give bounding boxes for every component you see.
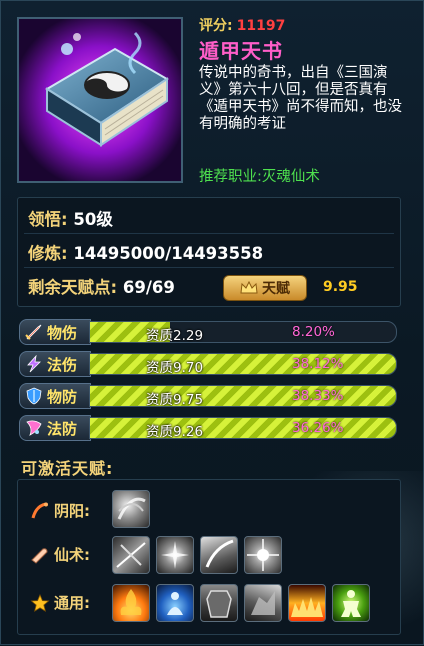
magic-defense-label: 法防 [47, 419, 78, 438]
remaining-points-row: 剩余天赋点: 69/69 [28, 278, 175, 297]
yinyang-row-label: 阴阳: [30, 500, 90, 521]
magic-defense-percent: 36.26% [292, 420, 344, 436]
magic-attack-fill [90, 354, 396, 374]
book-image [17, 17, 183, 183]
physical-defense-aptitude: 资质9.75 [146, 392, 204, 407]
fire-wall-skill-icon[interactable] [288, 584, 326, 622]
magic-attack-track: 资质9.70 38.12% [89, 353, 397, 375]
item-tooltip-panel: 评分: 11197 遁甲天书 传说中的奇书，出自《三国演义》第六十八回，但是否真有… [0, 0, 424, 646]
comprehension-row: 领悟: 50级 [28, 210, 113, 229]
magic-defense-bar: 法防 资质9.26 36.26% [19, 415, 399, 441]
physical-defense-fill [90, 386, 396, 406]
physical-defense-bar: 物防 资质9.75 38.33% [19, 383, 399, 409]
remaining-points-value: 69/69 [122, 278, 175, 297]
score-label: 评分: [199, 18, 233, 34]
crown-icon [240, 281, 258, 294]
physical-attack-label: 物伤 [47, 323, 78, 342]
item-description: 传说中的奇书，出自《三国演义》第六十八回，但是否真有《遁甲天书》尚不得而知，也没… [199, 65, 402, 132]
comprehension-label: 领悟 [28, 210, 61, 229]
talent-score: 9.95 [323, 279, 358, 295]
magic-attack-percent: 38.12% [292, 356, 344, 372]
shield-icon [26, 387, 42, 405]
item-name: 遁甲天书 [199, 39, 283, 63]
magic-defense-badge: 法防 [19, 415, 91, 441]
immortal-art-icon [31, 547, 48, 564]
talents-box: 阴阳: 仙术: 通用: [17, 479, 401, 635]
talent-button-label: 天赋 [262, 281, 290, 297]
recommended-class: 推荐职业:灭魂仙术 [199, 169, 320, 185]
yinyang-label: 阴阳: [54, 502, 90, 520]
physical-attack-percent: 8.20% [292, 324, 335, 340]
physical-attack-bar: 物伤 资质2.29 8.20% [19, 319, 399, 345]
cultivation-row: 修炼: 14495000/14493558 [28, 244, 264, 263]
score-row: 评分: 11197 [199, 15, 285, 37]
beast-skill-icon[interactable] [244, 584, 282, 622]
divider [24, 267, 394, 268]
armor-skill-icon[interactable] [200, 584, 238, 622]
magic-shield-icon [26, 420, 42, 436]
spark-skill-icon[interactable] [244, 536, 282, 574]
magic-defense-track: 资质9.26 36.26% [89, 417, 397, 439]
yinyang-icon [31, 502, 48, 518]
lightning-icon [27, 355, 41, 373]
magic-defense-aptitude: 资质9.26 [146, 424, 204, 439]
general-row-label: 通用: [30, 592, 90, 613]
sword-icon [25, 324, 42, 340]
physical-defense-label: 物防 [47, 387, 78, 406]
magic-attack-badge: 法伤 [19, 351, 91, 377]
immortal-art-label: 仙术: [54, 546, 90, 564]
magic-attack-aptitude: 资质9.70 [146, 360, 204, 375]
magic-attack-bar: 法伤 资质9.70 38.12% [19, 351, 399, 377]
slash-skill-icon[interactable] [200, 536, 238, 574]
remaining-points-label: 剩余天赋点 [28, 278, 111, 297]
magic-defense-fill [90, 418, 396, 438]
divider [24, 233, 394, 234]
talent-button[interactable]: 天赋 [223, 275, 307, 301]
vortex-skill-icon[interactable] [112, 490, 150, 528]
magic-attack-label: 法伤 [47, 355, 78, 374]
cultivation-value: 14495000/14493558 [73, 244, 264, 263]
activatable-talents-header: 可激活天赋: [21, 459, 114, 478]
comprehension-value: 50级 [73, 210, 113, 229]
star-icon [30, 593, 50, 612]
physical-attack-badge: 物伤 [19, 319, 91, 345]
physical-attack-track: 资质2.29 8.20% [89, 321, 397, 343]
flame-aura-skill-icon[interactable] [112, 584, 150, 622]
cultivation-label: 修炼 [28, 244, 61, 263]
meditate-skill-icon[interactable] [156, 584, 194, 622]
immortal-art-row-label: 仙术: [30, 544, 90, 565]
physical-attack-aptitude: 资质2.29 [146, 328, 204, 343]
burst-skill-icon[interactable] [156, 536, 194, 574]
physical-defense-badge: 物防 [19, 383, 91, 409]
physical-defense-track: 资质9.75 38.33% [89, 385, 397, 407]
power-up-skill-icon[interactable] [332, 584, 370, 622]
physical-defense-percent: 38.33% [292, 388, 344, 404]
general-label: 通用: [54, 594, 90, 612]
shadow-blade-skill-icon[interactable] [112, 536, 150, 574]
score-value: 11197 [236, 18, 286, 34]
